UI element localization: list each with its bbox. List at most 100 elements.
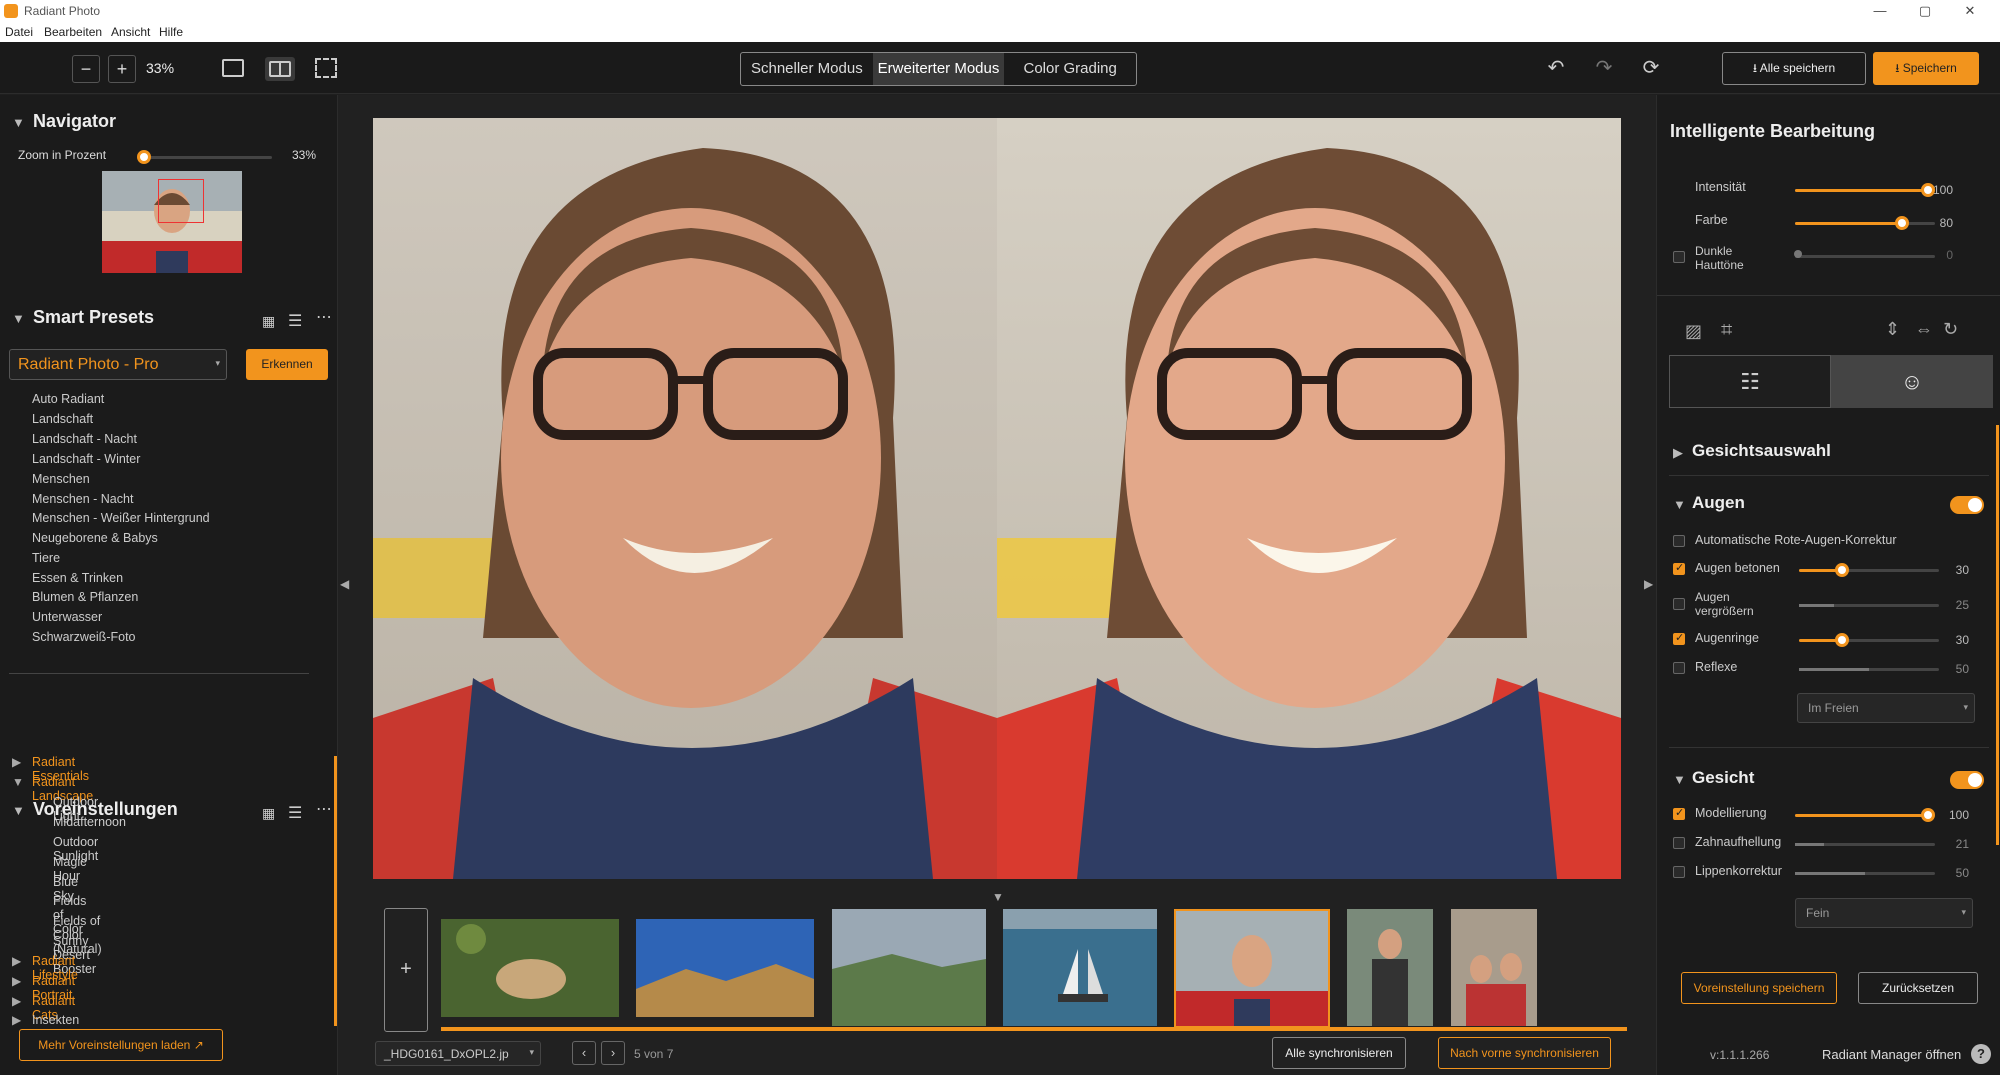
save-preset-button[interactable]: Voreinstellung speichern <box>1681 972 1837 1004</box>
thumbnail[interactable] <box>1451 909 1537 1026</box>
enlarge-eyes-checkbox[interactable] <box>1673 598 1685 610</box>
single-view-icon[interactable] <box>222 59 244 77</box>
help-icon[interactable]: ? <box>1971 1044 1991 1064</box>
list-item[interactable]: Menschen - Nacht <box>32 492 133 506</box>
list-item[interactable]: Blumen & Pflanzen <box>32 590 138 604</box>
reflections-checkbox[interactable] <box>1673 662 1685 674</box>
thumbnail[interactable] <box>832 909 986 1026</box>
list-item[interactable]: Essen & Trinken <box>32 571 123 585</box>
expand-icon[interactable]: ▶ <box>12 954 21 968</box>
reset-button[interactable]: Zurücksetzen <box>1858 972 1978 1004</box>
dark-skin-slider-handle[interactable] <box>1794 250 1802 258</box>
grid-view-icon[interactable]: ▦ <box>262 313 275 330</box>
face-detail-select[interactable]: Fein ▾ <box>1795 898 1973 928</box>
image-icon[interactable]: ▨ <box>1685 321 1702 342</box>
flip-vertical-icon[interactable]: ⇕ <box>1885 319 1900 340</box>
tree-group[interactable]: Insekten <box>32 1013 79 1027</box>
list-item[interactable]: Landschaft - Winter <box>32 452 140 466</box>
thumbnail-selected[interactable] <box>1174 909 1330 1028</box>
tab-color-grading[interactable]: Color Grading <box>1004 53 1136 85</box>
list-item[interactable]: Tiere <box>32 551 60 565</box>
next-image-button[interactable]: › <box>601 1041 625 1065</box>
navigator-thumbnail[interactable] <box>102 171 242 273</box>
collapse-smart-presets-icon[interactable]: ▼ <box>12 311 25 326</box>
sync-all-button[interactable]: Alle synchronisieren <box>1272 1037 1406 1069</box>
eye-bags-slider-handle[interactable] <box>1835 633 1849 647</box>
list-item[interactable]: Menschen - Weißer Hintergrund <box>32 511 210 525</box>
expand-icon[interactable]: ▶ <box>12 994 21 1008</box>
undo-icon[interactable]: ↶ <box>1542 54 1570 82</box>
add-image-button[interactable]: + <box>384 908 428 1032</box>
scrollbar[interactable] <box>334 756 337 1026</box>
collapse-eyes-icon[interactable]: ▼ <box>1673 497 1686 512</box>
menu-bearbeiten[interactable]: Bearbeiten <box>44 25 102 39</box>
thumbnail[interactable] <box>441 919 619 1017</box>
thumbnail[interactable] <box>1347 909 1433 1026</box>
collapse-icon[interactable]: ▼ <box>12 775 24 789</box>
thumbnail[interactable] <box>636 919 814 1017</box>
zoom-slider-track[interactable] <box>140 156 272 159</box>
list-item[interactable]: Landschaft <box>32 412 93 426</box>
close-button[interactable]: ✕ <box>1950 0 1990 22</box>
tab-portrait[interactable]: ☺ <box>1831 355 1993 408</box>
red-eye-checkbox[interactable] <box>1673 535 1685 547</box>
collapse-right-panel-icon[interactable]: ▶ <box>1644 577 1653 591</box>
eye-bags-checkbox[interactable] <box>1673 631 1685 645</box>
enhance-eyes-checkbox[interactable] <box>1673 561 1685 575</box>
color-slider-handle[interactable] <box>1895 216 1909 230</box>
zoom-in-button[interactable]: + <box>108 55 136 83</box>
navigator-viewport-rect[interactable] <box>158 179 204 223</box>
dark-skin-slider-track[interactable] <box>1795 255 1935 258</box>
zoom-slider-handle[interactable] <box>137 150 151 164</box>
modeling-checkbox[interactable] <box>1673 806 1685 820</box>
expand-icon[interactable]: ▶ <box>12 1013 21 1027</box>
collapse-filmstrip-icon[interactable]: ▼ <box>992 890 1004 904</box>
list-item[interactable]: Neugeborene & Babys <box>32 531 158 545</box>
menu-datei[interactable]: Datei <box>5 25 33 39</box>
menu-ansicht[interactable]: Ansicht <box>111 25 150 39</box>
save-all-button[interactable]: ⭳ Alle speichern <box>1722 52 1866 85</box>
filmstrip-scrollbar[interactable] <box>441 1027 1627 1031</box>
maximize-button[interactable]: ▢ <box>1905 0 1945 22</box>
scrollbar[interactable] <box>1996 425 1999 845</box>
dark-skin-checkbox[interactable] <box>1673 251 1685 263</box>
expand-face-select-icon[interactable]: ▶ <box>1673 445 1683 461</box>
reset-icon[interactable]: ⟳ <box>1637 54 1665 82</box>
thumbnail[interactable] <box>1003 909 1157 1026</box>
save-button[interactable]: ⭳ Speichern <box>1873 52 1979 85</box>
list-item[interactable]: Schwarzweiß-Foto <box>32 630 136 644</box>
list-view-icon[interactable]: ☰ <box>288 311 302 331</box>
eye-environment-select[interactable]: Im Freien ▾ <box>1797 693 1975 723</box>
collapse-presets-icon[interactable]: ▼ <box>12 803 25 818</box>
redo-icon[interactable]: ↷ <box>1590 54 1618 82</box>
smart-preset-select[interactable]: Radiant Photo - Pro ▾ <box>9 349 227 380</box>
more-options-icon[interactable]: ⋯ <box>316 799 332 819</box>
split-view-button[interactable] <box>265 57 295 81</box>
compare-view-icon[interactable] <box>315 58 337 78</box>
tab-advanced-mode[interactable]: Erweiterter Modus <box>872 53 1005 85</box>
expand-icon[interactable]: ▶ <box>12 755 21 769</box>
list-item[interactable]: Landschaft - Nacht <box>32 432 137 446</box>
detect-button[interactable]: Erkennen <box>246 349 328 380</box>
previous-image-button[interactable]: ‹ <box>572 1041 596 1065</box>
after-image[interactable] <box>997 118 1621 879</box>
rotate-icon[interactable]: ↻ <box>1943 319 1958 340</box>
tab-quick-mode[interactable]: Schneller Modus <box>741 53 873 85</box>
face-toggle[interactable] <box>1950 771 1984 789</box>
zoom-out-button[interactable]: − <box>72 55 100 83</box>
expand-icon[interactable]: ▶ <box>12 974 21 988</box>
eyes-toggle[interactable] <box>1950 496 1984 514</box>
list-item[interactable]: Menschen <box>32 472 90 486</box>
sync-forward-button[interactable]: Nach vorne synchronisieren <box>1438 1037 1611 1069</box>
crop-icon[interactable]: ⌗ <box>1721 319 1732 342</box>
grid-view-icon[interactable]: ▦ <box>262 805 275 822</box>
list-item[interactable]: Auto Radiant <box>32 392 104 406</box>
more-options-icon[interactable]: ⋯ <box>316 307 332 327</box>
tree-item[interactable]: Midafternoon <box>53 815 126 829</box>
collapse-navigator-icon[interactable]: ▼ <box>12 115 25 130</box>
before-image[interactable] <box>373 118 997 879</box>
load-more-presets-button[interactable]: Mehr Voreinstellungen laden ↗ <box>19 1029 223 1061</box>
collapse-left-panel-icon[interactable]: ◀ <box>340 577 349 591</box>
teeth-whitening-checkbox[interactable] <box>1673 837 1685 849</box>
list-item[interactable]: Unterwasser <box>32 610 102 624</box>
